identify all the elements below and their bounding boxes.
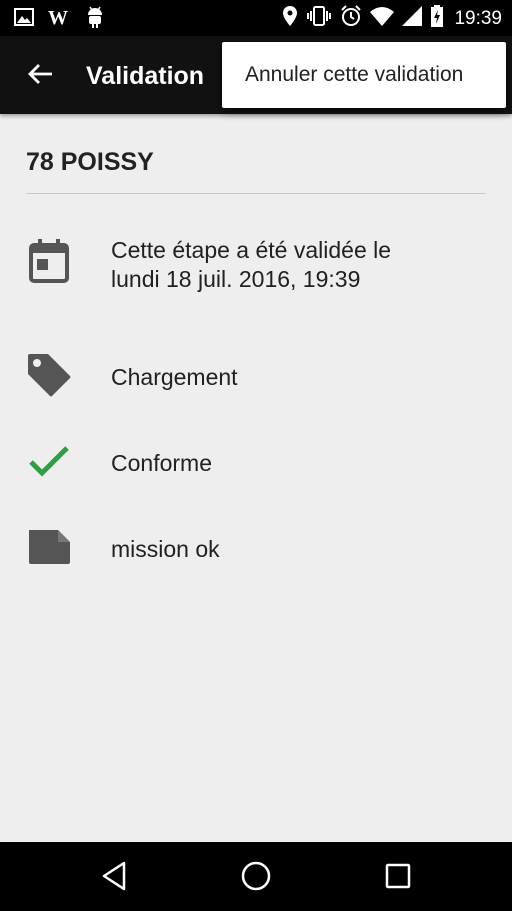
nav-home-button[interactable] [234,856,278,900]
home-circle-icon [240,860,272,897]
calendar-icon [26,238,72,284]
location-icon [282,6,298,31]
back-triangle-icon [100,861,128,896]
page-title: Validation [86,62,205,90]
check-icon [26,438,72,484]
clock-time: 19:39 [454,7,502,29]
divider [26,193,486,194]
svg-text:W: W [48,8,68,26]
wikipedia-icon: W [48,7,72,31]
navigation-bar [0,842,512,911]
main-content: 78 POISSY Cette étape a été validée le l… [0,114,512,842]
back-button[interactable] [20,56,60,96]
alarm-icon [340,5,362,32]
comment-text: mission ok [111,536,220,562]
vibrate-icon [306,6,332,31]
nav-back-button[interactable] [92,856,136,900]
overflow-menu: Annuler cette validation [222,42,506,108]
battery-charging-icon [430,5,444,32]
validation-text-line2: lundi 18 juil. 2016, 19:39 [111,266,361,292]
note-icon [26,524,72,570]
nav-recents-button[interactable] [376,856,420,900]
wifi-icon [370,6,395,31]
status-text: Conforme [111,450,212,476]
recents-square-icon [384,862,412,895]
android-icon [86,6,104,33]
status-bar: W 19:39 [0,0,512,36]
image-icon [14,8,34,31]
signal-icon [402,6,423,31]
menu-item-cancel-validation[interactable]: Annuler cette validation [222,63,506,87]
tag-icon [26,352,72,398]
type-text: Chargement [111,364,238,390]
validation-text-line1: Cette étape a été validée le [111,237,392,263]
arrow-back-icon [27,62,53,91]
site-title: 78 POISSY [26,148,154,176]
